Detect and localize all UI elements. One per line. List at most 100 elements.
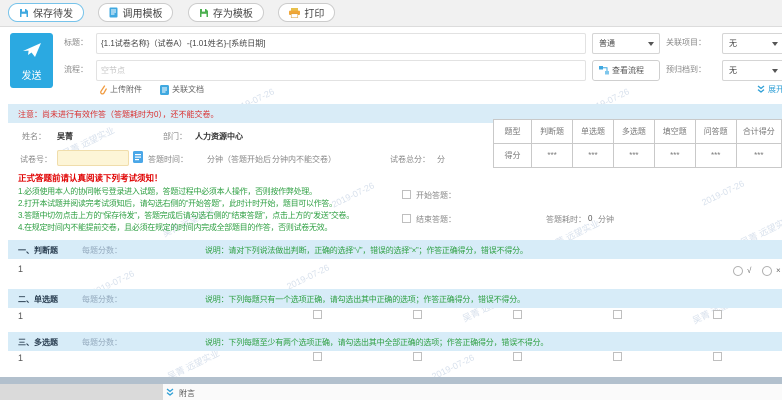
related-doc-link[interactable]: 关联文档 [160, 84, 204, 95]
priority-select[interactable]: 普通 [592, 33, 660, 54]
score-row-label: 得分 [494, 144, 532, 168]
save-pending-label: 保存待发 [33, 5, 73, 20]
send-button[interactable]: 发送 [10, 33, 53, 88]
end-answer-label: 结束答题： [416, 214, 456, 225]
section-instruction: 说明：下列每题只有一个选项正确，请勾选出其中正确的选项；作答正确得分，错误不得分… [205, 294, 525, 305]
end-answer-checkbox[interactable] [402, 214, 411, 223]
print-button[interactable]: 打印 [278, 3, 335, 22]
flowchart-icon [599, 66, 609, 75]
section-title: 一、判断题 [18, 245, 58, 256]
flow-label: 流程： [64, 64, 88, 75]
flow-input[interactable] [96, 60, 586, 81]
multi-choice-checkbox[interactable] [313, 352, 322, 361]
section-instruction: 说明：请对下列说法做出判断，正确的选择“√”，错误的选择“×”；作答正确得分，错… [205, 245, 528, 256]
judge-true-radio[interactable] [733, 266, 743, 276]
per-question-score-label: 每题分数： [82, 245, 122, 256]
exam-notice-line: 2.打开本试题并阅读完考试须知后，请勾选右侧的“开始答题”，此时计时开始，题目可… [18, 198, 337, 209]
score-header-cell: 判断题 [532, 120, 573, 144]
section-instruction: 说明：下列每题至少有两个选项正确，请勾选出其中全部正确的选项；作答正确得分，错误… [205, 337, 548, 348]
send-label: 发送 [10, 67, 53, 82]
multi-choice-checkbox[interactable] [413, 352, 422, 361]
elapsed-value: 0 [588, 214, 592, 223]
top-toolbar: 保存待发 调用模板 存为模板 打印 [0, 0, 782, 27]
postscript-label[interactable]: 附言 [179, 388, 195, 399]
exam-notice-line: 4.在规定时间内不能提前交卷，且必须在规定的时间内完成全部题目的作答，否则试卷无… [18, 222, 332, 233]
prearchive-label: 预归档到： [666, 64, 706, 75]
chevron-down-icon [648, 42, 654, 46]
related-project-select[interactable]: 无 [722, 33, 782, 54]
score-header-cell: 题型 [494, 120, 532, 144]
score-header-cell: 合计得分 [736, 120, 781, 144]
print-label: 打印 [304, 5, 324, 20]
upload-attachment-link[interactable]: 上传附件 [98, 84, 142, 95]
watermark-text: 2019-07-26 [330, 180, 376, 209]
answer-time-tail: 分钟内不能交卷） [272, 154, 336, 165]
save-template-button[interactable]: 存为模板 [188, 3, 264, 22]
section-single-header: 二、单选题 每题分数： 说明：下列每题只有一个选项正确，请勾选出其中正确的选项；… [8, 289, 782, 308]
load-template-button[interactable]: 调用模板 [98, 3, 173, 22]
score-summary-table: 题型 判断题 单选题 多选题 填空题 问答题 合计得分 得分 *** *** *… [493, 119, 782, 168]
priority-value: 普通 [599, 39, 615, 48]
score-cell: *** [654, 144, 695, 168]
judge-false-radio[interactable] [762, 266, 772, 276]
exam-notice-title: 正式答题前请认真阅读下列考试须知！ [18, 172, 163, 184]
judge-false-label: × [776, 266, 781, 275]
view-flow-button[interactable]: 查看流程 [592, 60, 660, 81]
dept-value: 人力资源中心 [195, 131, 243, 142]
per-question-score-label: 每题分数： [82, 337, 122, 348]
question-number: 1 [18, 264, 23, 274]
judge-true-label: √ [747, 266, 751, 275]
exam-notice-line: 3.答题中切勿点击上方的“保存待发”，答题完成后请勾选右侧的“结束答题”，点击上… [18, 210, 354, 221]
single-choice-checkbox[interactable] [513, 310, 522, 319]
expand-link[interactable]: 展开 [757, 84, 782, 95]
footer-grey-block [0, 384, 163, 400]
per-question-score-label: 每题分数： [82, 294, 122, 305]
template-load-icon [109, 7, 118, 18]
double-chevron-down-icon [757, 85, 765, 94]
title-label: 标题： [64, 37, 88, 48]
footer-bar: 附言 [0, 384, 782, 400]
section-title: 三、多选题 [18, 337, 58, 348]
answer-time-label: 答题时间： [148, 154, 188, 165]
document-icon [160, 85, 169, 95]
single-choice-checkbox[interactable] [413, 310, 422, 319]
dept-label: 部门： [163, 131, 187, 142]
score-header-cell: 多选题 [613, 120, 654, 144]
related-project-label: 关联项目： [666, 37, 706, 48]
save-icon [19, 8, 29, 18]
name-label: 姓名： [22, 131, 46, 142]
multi-choice-checkbox[interactable] [713, 352, 722, 361]
exam-send-page: 2019-07-262019-07-26吴菁 远望实业2019-07-26201… [0, 0, 782, 400]
question-number: 1 [18, 311, 23, 321]
exam-notice-line: 1.必须使用本人的协同帐号登录进入试题，答题过程中必须本人操作，否则按作弊处理。 [18, 186, 317, 197]
score-cell: *** [695, 144, 736, 168]
section-title: 二、单选题 [18, 294, 58, 305]
start-answer-checkbox[interactable] [402, 190, 411, 199]
single-choice-checkbox[interactable] [613, 310, 622, 319]
expand-label: 展开 [768, 84, 782, 95]
score-header-cell: 问答题 [695, 120, 736, 144]
single-choice-checkbox[interactable] [313, 310, 322, 319]
section-judge-header: 一、判断题 每题分数： 说明：请对下列说法做出判断，正确的选择“√”，错误的选择… [8, 240, 782, 259]
score-cell: *** [736, 144, 781, 168]
multi-choice-checkbox[interactable] [513, 352, 522, 361]
related-doc-label: 关联文档 [172, 84, 204, 95]
save-pending-button[interactable]: 保存待发 [8, 3, 84, 22]
watermark-text: 2019-07-26 [285, 262, 331, 291]
multi-choice-checkbox[interactable] [613, 352, 622, 361]
total-score-unit: 分 [437, 154, 445, 165]
answer-time-mid: 分钟（答题开始后 [207, 154, 271, 165]
save-template-label: 存为模板 [213, 5, 253, 20]
score-header-cell: 填空题 [654, 120, 695, 144]
section-multi-header: 三、多选题 每题分数： 说明：下列每题至少有两个选项正确，请勾选出其中全部正确的… [8, 332, 782, 351]
single-choice-checkbox[interactable] [713, 310, 722, 319]
picker-icon[interactable] [133, 151, 143, 163]
elapsed-label: 答题耗时： [546, 214, 586, 225]
upload-attachment-label: 上传附件 [110, 84, 142, 95]
prearchive-select[interactable]: 无 [722, 60, 782, 81]
paper-no-input[interactable] [57, 150, 129, 166]
name-value: 吴菁 [57, 131, 73, 142]
double-chevron-down-icon[interactable] [166, 388, 174, 397]
view-flow-label: 查看流程 [612, 65, 644, 76]
title-input[interactable] [96, 33, 586, 54]
